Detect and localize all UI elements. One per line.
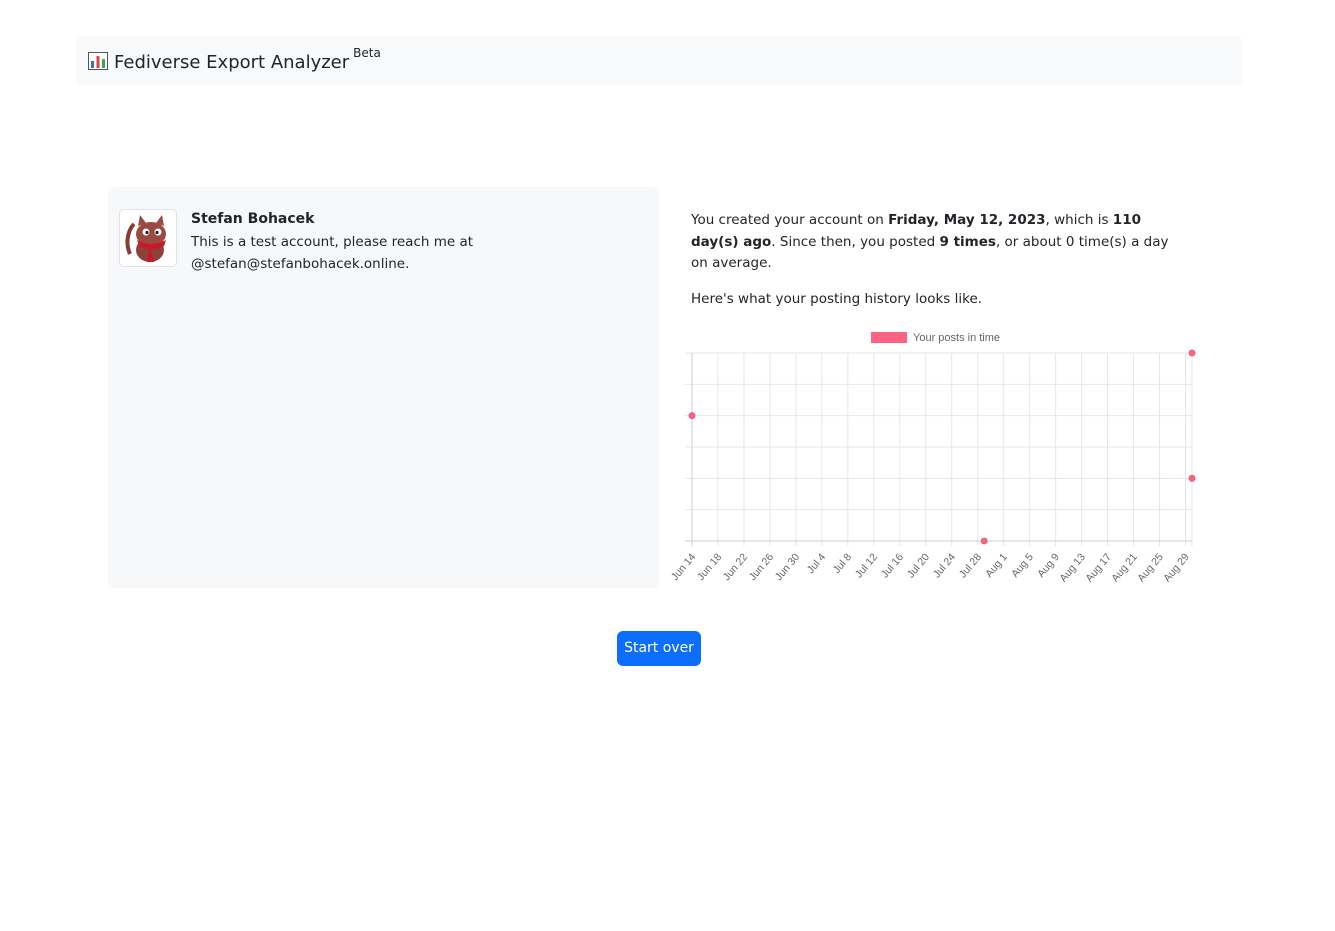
- avatar: [119, 209, 177, 267]
- summary-paragraph: You created your account on Friday, May …: [691, 210, 1181, 275]
- x-tick-label: Aug 1: [983, 551, 1010, 580]
- legend-swatch: [871, 332, 907, 343]
- x-tick-label: Jul 8: [831, 551, 855, 576]
- brand-title: Fediverse Export Analyzer: [114, 52, 350, 73]
- bar-chart-icon: [88, 52, 108, 70]
- x-tick-label: Jun 14: [669, 551, 699, 583]
- x-tick-label: Jun 22: [721, 551, 751, 583]
- chart-svg: Your posts in timeJun 14Jun 18Jun 22Jun …: [669, 332, 1196, 584]
- beta-badge: Beta: [353, 46, 381, 60]
- summary-intro-mid: , which is: [1045, 212, 1113, 228]
- created-date: Friday, May 12, 2023: [888, 212, 1046, 228]
- account-summary: You created your account on Friday, May …: [691, 210, 1181, 324]
- x-tick-label: Jun 26: [747, 551, 777, 583]
- profile-bio: This is a test account, please reach me …: [191, 234, 474, 272]
- x-tick-label: Aug 29: [1161, 551, 1192, 584]
- x-tick-label: Jul 24: [931, 551, 958, 580]
- profile-card: Stefan Bohacek This is a test account, p…: [108, 187, 659, 588]
- cat-avatar-icon: [120, 210, 176, 266]
- x-tick-label: Jul 12: [853, 551, 880, 580]
- data-point: [1188, 349, 1196, 357]
- x-tick-label: Aug 21: [1109, 551, 1140, 584]
- data-point: [688, 412, 696, 420]
- x-tick-label: Jul 28: [957, 551, 984, 580]
- x-tick-label: Aug 17: [1083, 551, 1114, 584]
- brand-link[interactable]: Fediverse Export Analyzer Beta: [88, 46, 381, 73]
- post-count: 9 times: [939, 233, 996, 250]
- summary-intro-prefix: You created your account on: [691, 212, 889, 228]
- legend-label: Your posts in time: [913, 332, 1000, 344]
- x-tick-label: Jul 20: [905, 551, 932, 580]
- data-point: [980, 537, 988, 545]
- profile-name: Stefan Bohacek: [191, 211, 315, 227]
- navbar: Fediverse Export Analyzer Beta: [76, 36, 1242, 86]
- history-text: Here's what your posting history looks l…: [691, 290, 983, 307]
- data-point: [1188, 474, 1196, 482]
- x-tick-label: Jul 4: [805, 551, 829, 576]
- x-tick-label: Aug 5: [1009, 551, 1036, 580]
- x-tick-label: Aug 25: [1135, 551, 1166, 584]
- x-tick-label: Jun 30: [773, 551, 803, 583]
- x-tick-label: Jun 18: [695, 551, 725, 583]
- start-over-button[interactable]: Start over: [617, 631, 701, 666]
- summary-intro-mid2: . Since then, you posted: [771, 233, 940, 250]
- x-tick-label: Jul 16: [879, 551, 906, 580]
- posting-history-chart: Your posts in time Jun 14 Jun 18 Jun 22 Jun …: [666, 322, 1206, 590]
- x-tick-label: Aug 13: [1057, 551, 1088, 584]
